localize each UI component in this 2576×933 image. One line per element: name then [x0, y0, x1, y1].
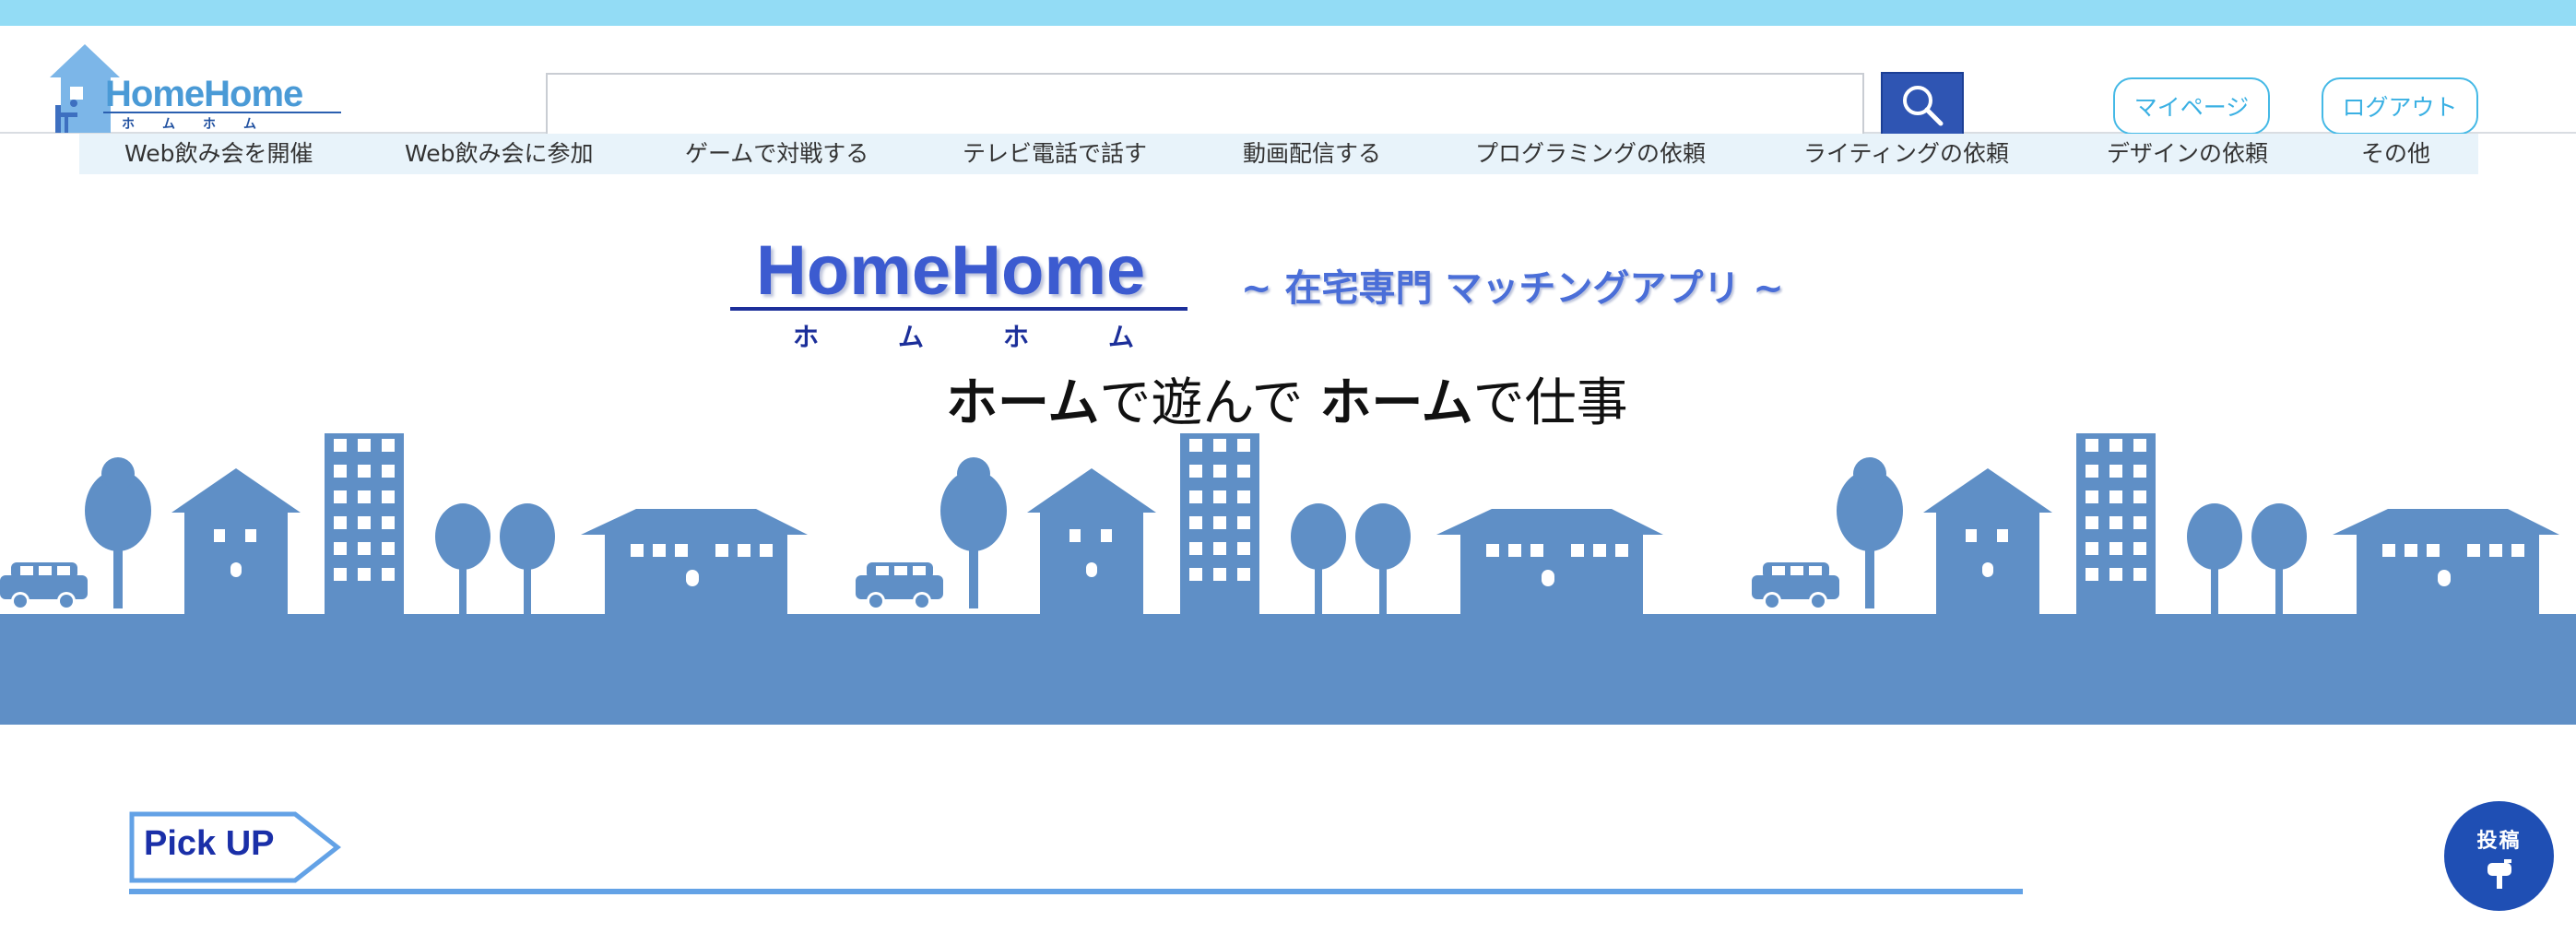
post-button-label: 投稿 [2476, 829, 2522, 853]
hero-logo-kana: ホムホム [793, 322, 1214, 352]
nav-item-programming-request[interactable]: プログラミングの依頼 [1475, 134, 1706, 174]
logo-underline [103, 112, 341, 113]
nav-item-join-web-drinking[interactable]: Web飲み会に参加 [405, 134, 594, 174]
nav-item-design-request[interactable]: デザインの依頼 [2107, 134, 2268, 174]
hero-logo-underline [730, 307, 1188, 311]
hero-subtitle: ~ 在宅専門 マッチングアプリ ~ [1241, 267, 1784, 310]
category-nav: Web飲み会を開催 Web飲み会に参加 ゲームで対戦する テレビ電話で話す 動画… [79, 134, 2478, 174]
logo-kana: ホムホム [122, 117, 284, 132]
nav-item-host-web-drinking[interactable]: Web飲み会を開催 [124, 134, 313, 174]
logo-text: HomeHome [105, 74, 303, 114]
top-color-bar [0, 0, 2576, 26]
tagline-work: で仕事 [1472, 373, 1628, 433]
nav-item-writing-request[interactable]: ライティングの依頼 [1803, 134, 2009, 174]
hero-logo: HomeHome [756, 231, 1146, 310]
search-input[interactable] [546, 73, 1864, 137]
nav-item-streaming[interactable]: 動画配信する [1243, 134, 1381, 174]
mypage-button[interactable]: マイページ [2113, 77, 2270, 135]
nav-item-game-battle[interactable]: ゲームで対戦する [685, 134, 869, 174]
tagline-home-2: ホーム [1319, 373, 1473, 433]
cityscape-illustration [0, 433, 2576, 725]
pickup-underline [129, 889, 2023, 894]
nav-item-video-call[interactable]: テレビ電話で話す [963, 134, 1147, 174]
post-button[interactable]: 投稿 [2444, 801, 2554, 911]
site-logo[interactable]: HomeHome ホムホム [46, 41, 341, 133]
search-button[interactable] [1881, 72, 1964, 138]
hero-tagline: ホームで遊んで ホームで仕事 [946, 361, 1628, 436]
nav-item-other[interactable]: その他 [2361, 134, 2430, 174]
logout-button[interactable]: ログアウト [2322, 77, 2478, 135]
tagline-home-1: ホーム [946, 373, 1100, 433]
pickup-heading: Pick UP [144, 824, 275, 863]
header: HomeHome ホムホム マイページ ログアウト [0, 26, 2576, 138]
search-icon [1903, 86, 1944, 126]
tagline-play: で遊んで [1099, 373, 1320, 433]
mailbox-icon [2487, 858, 2511, 889]
